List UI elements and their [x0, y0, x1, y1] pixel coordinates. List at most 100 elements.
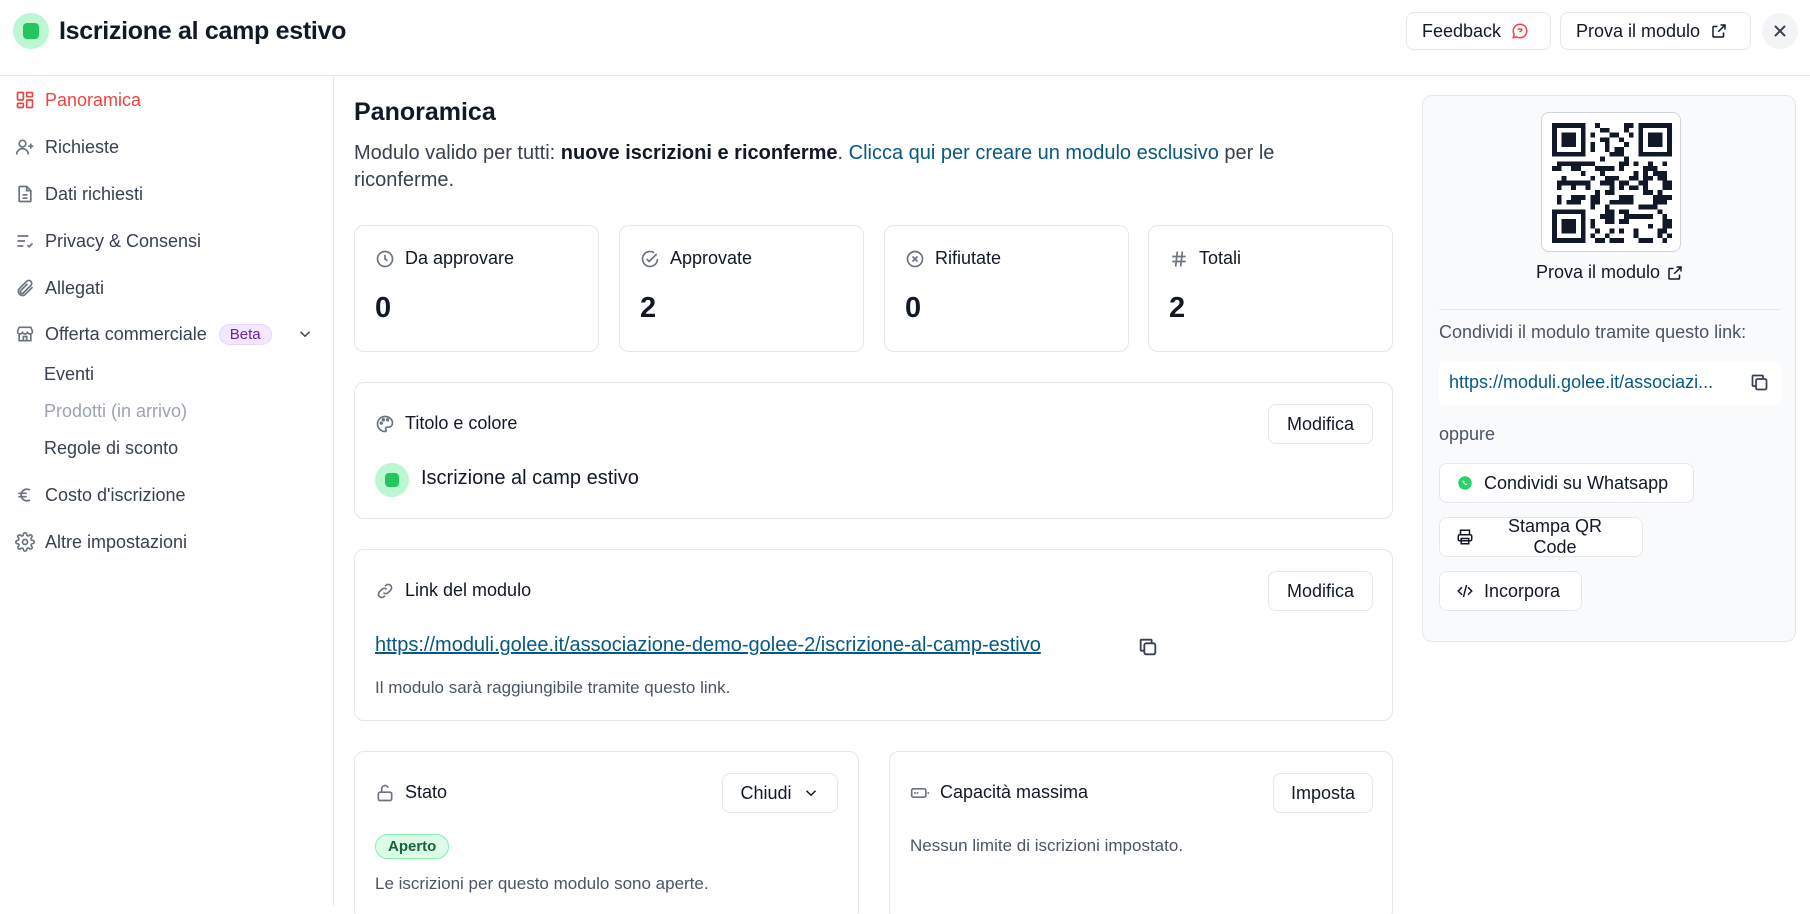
- dashboard-icon: [16, 91, 34, 109]
- unlock-icon: [377, 784, 393, 801]
- sidebar-item-attachments[interactable]: Allegati: [15, 273, 104, 303]
- set-capacity-button[interactable]: Imposta: [1273, 773, 1373, 813]
- try-form-label: Prova il modulo: [1576, 20, 1701, 41]
- stat-value: 2: [1169, 292, 1186, 324]
- embed-button[interactable]: Incorpora: [1439, 571, 1582, 611]
- sidebar-item-other-settings[interactable]: Altre impostazioni: [15, 527, 187, 557]
- clock-icon: [376, 250, 394, 267]
- stat-label: Totali: [1169, 248, 1241, 269]
- link-hint: Il modulo sarà raggiungibile tramite que…: [375, 678, 731, 697]
- print-qr-button[interactable]: Stampa QR Code: [1439, 516, 1643, 557]
- qr-code: [1541, 112, 1681, 252]
- external-link-icon: [1712, 24, 1726, 38]
- gear-icon: [15, 532, 35, 552]
- section-title: Panoramica: [354, 98, 496, 126]
- card-heading-text: Titolo e colore: [405, 413, 518, 433]
- code-icon: [1457, 584, 1473, 598]
- share-url-field[interactable]: https://moduli.golee.it/associazi...: [1439, 361, 1781, 405]
- stat-card-pending: Da approvare 0: [354, 225, 599, 352]
- create-exclusive-form-link[interactable]: Clicca qui per creare un modulo esclusiv…: [849, 142, 1219, 164]
- hash-icon: [1172, 250, 1186, 267]
- beta-badge: Beta: [218, 323, 272, 345]
- edit-link-button[interactable]: Modifica: [1268, 571, 1373, 611]
- stat-card-approved: Approvate 2: [619, 225, 864, 352]
- status-select[interactable]: Chiudi: [722, 773, 838, 813]
- user-plus-icon: [15, 139, 34, 155]
- palette-icon: [376, 415, 394, 432]
- sidebar-item-label: Panoramica: [45, 89, 142, 110]
- chevron-down-icon[interactable]: [296, 325, 314, 343]
- store-icon: [16, 326, 34, 342]
- qr-code-icon: [1552, 123, 1672, 243]
- stat-label-text: Rifiutate: [935, 248, 1002, 268]
- whatsapp-icon: [1458, 476, 1472, 490]
- form-description: Modulo valido per tutti: nuove iscrizion…: [354, 140, 1364, 194]
- sidebar-item-requests[interactable]: Richieste: [15, 132, 119, 162]
- printer-icon: [1457, 529, 1473, 545]
- stat-label: Rifiutate: [905, 248, 1001, 269]
- stat-label-text: Da approvare: [405, 248, 515, 268]
- top-bar: Iscrizione al camp estivo Feedback Prova…: [0, 0, 1810, 76]
- sidebar-item-privacy[interactable]: Privacy & Consensi: [15, 226, 201, 256]
- sidebar-item-commercial-offer[interactable]: Offerta commerciale Beta: [15, 319, 272, 349]
- sidebar-item-registration-cost[interactable]: Costo d'iscrizione: [15, 480, 186, 510]
- stat-value: 2: [640, 292, 657, 324]
- card-heading: Link del modulo: [375, 580, 531, 601]
- stat-label: Da approvare: [375, 248, 514, 269]
- title-color-card: Titolo e colore Modifica Iscrizione al c…: [354, 382, 1393, 519]
- sidebar-item-required-data[interactable]: Dati richiesti: [15, 179, 143, 209]
- form-name: Iscrizione al camp estivo: [421, 467, 639, 489]
- stat-label-text: Totali: [1199, 248, 1242, 268]
- link-icon: [377, 583, 393, 598]
- sidebar-subitem-discount-rules[interactable]: Regole di sconto: [44, 434, 178, 462]
- card-heading-text: Link del modulo: [405, 580, 532, 600]
- copy-icon[interactable]: [1749, 372, 1770, 393]
- close-icon: [1774, 25, 1786, 37]
- sidebar-item-label: Privacy & Consensi: [45, 230, 202, 251]
- paperclip-icon: [17, 279, 34, 297]
- try-form-button[interactable]: Prova il modulo: [1560, 12, 1751, 50]
- check-circle-icon: [641, 250, 659, 267]
- stat-card-rejected: Rifiutate 0: [884, 225, 1129, 352]
- page-title: Iscrizione al camp estivo: [59, 17, 347, 45]
- list-check-icon: [17, 235, 34, 249]
- card-heading: Capacità massima: [910, 782, 1088, 803]
- chevron-down-icon: [805, 790, 816, 797]
- desc-bold: nuove iscrizioni e riconferme: [560, 142, 838, 164]
- print-qr-label: Stampa QR Code: [1507, 516, 1603, 557]
- stat-label: Approvate: [640, 248, 752, 269]
- status-card: Stato Chiudi Aperto Le iscrizioni per qu…: [354, 751, 859, 914]
- sidebar-subitem-events[interactable]: Eventi: [44, 360, 94, 388]
- status-hint: Le iscrizioni per questo modulo sono ape…: [375, 874, 709, 893]
- form-color-icon: [13, 13, 49, 49]
- sidebar-item-label: Richieste: [45, 136, 120, 157]
- stat-value: 0: [905, 292, 922, 324]
- external-link-icon: [1668, 265, 1682, 280]
- share-whatsapp-label: Condividi su Whatsapp: [1484, 472, 1669, 493]
- card-heading: Stato: [375, 782, 447, 803]
- copy-icon[interactable]: [1137, 636, 1159, 658]
- share-panel: Prova il modulo Condividi il modulo tram…: [1422, 95, 1796, 642]
- card-heading-text: Capacità massima: [940, 782, 1089, 802]
- try-form-link-label: Prova il modulo: [1535, 262, 1661, 282]
- sidebar-item-label: Offerta commerciale: [45, 323, 207, 344]
- sidebar-item-label: Dati richiesti: [45, 183, 144, 204]
- sidebar-subitem-products: Prodotti (in arrivo): [44, 400, 188, 421]
- stat-label-text: Approvate: [670, 248, 753, 268]
- desc-prefix: Modulo valido per tutti:: [354, 142, 561, 164]
- capacity-hint: Nessun limite di iscrizioni impostato.: [910, 836, 1184, 855]
- try-form-link[interactable]: Prova il modulo: [1423, 262, 1797, 283]
- sidebar-item-overview[interactable]: Panoramica: [15, 85, 141, 115]
- feedback-button[interactable]: Feedback: [1406, 12, 1551, 50]
- form-link-card: Link del modulo Modifica https://moduli.…: [354, 549, 1393, 721]
- share-label: Condividi il modulo tramite questo link:: [1439, 322, 1747, 342]
- share-whatsapp-button[interactable]: Condividi su Whatsapp: [1439, 463, 1694, 503]
- form-url-link[interactable]: https://moduli.golee.it/associazione-dem…: [375, 634, 1041, 657]
- card-heading-text: Stato: [405, 782, 448, 802]
- or-label: oppure: [1439, 424, 1496, 444]
- card-heading: Titolo e colore: [375, 413, 517, 434]
- close-button[interactable]: [1762, 13, 1798, 49]
- edit-title-button[interactable]: Modifica: [1268, 404, 1373, 444]
- feedback-label: Feedback: [1422, 20, 1502, 41]
- form-color-icon: [375, 463, 409, 497]
